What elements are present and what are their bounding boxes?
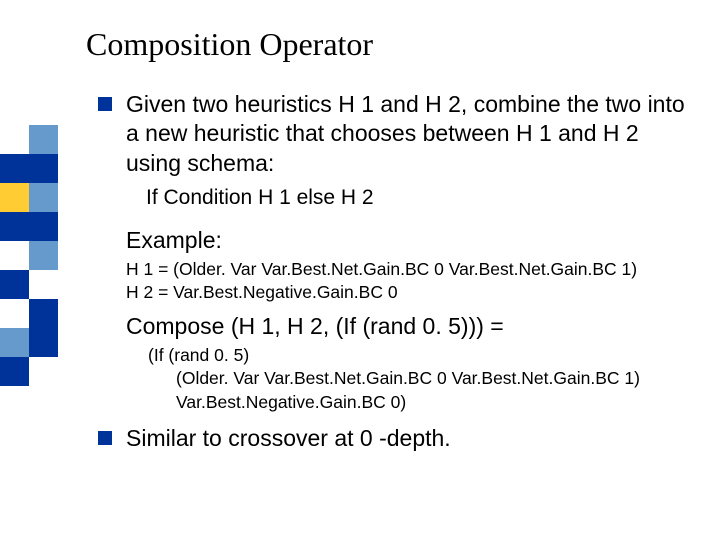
decorative-square [29, 299, 58, 328]
compose-body-line2: (Older. Var Var.Best.Net.Gain.BC 0 Var.B… [176, 367, 698, 391]
example-definitions: H 1 = (Older. Var Var.Best.Net.Gain.BC 0… [126, 258, 698, 304]
decorative-square [0, 183, 29, 212]
decorative-square [0, 270, 29, 299]
example-h2-line: H 2 = Var.Best.Negative.Gain.BC 0 [126, 281, 698, 304]
decorative-square [29, 241, 58, 270]
slide-title: Composition Operator [86, 26, 373, 63]
example-label: Example: [126, 226, 698, 256]
decorative-square [0, 328, 29, 357]
bullet-2-text: Similar to crossover at 0 -depth. [126, 424, 451, 453]
square-bullet-icon [98, 97, 112, 111]
decorative-sidebar [0, 0, 58, 540]
slide-content: Given two heuristics H 1 and H 2, combin… [98, 90, 698, 460]
decorative-square [29, 183, 58, 212]
schema-line: If Condition H 1 else H 2 [146, 184, 698, 211]
decorative-square [29, 212, 58, 241]
decorative-square [29, 154, 58, 183]
decorative-square [0, 357, 29, 386]
compose-line: Compose (H 1, H 2, (If (rand 0. 5))) = [126, 312, 698, 342]
decorative-square [0, 154, 29, 183]
decorative-square [29, 328, 58, 357]
example-h1-line: H 1 = (Older. Var Var.Best.Net.Gain.BC 0… [126, 258, 698, 281]
bullet-item-1: Given two heuristics H 1 and H 2, combin… [98, 90, 698, 178]
decorative-square [0, 212, 29, 241]
bullet-item-2: Similar to crossover at 0 -depth. [98, 424, 698, 453]
square-bullet-icon [98, 431, 112, 445]
decorative-square [29, 125, 58, 154]
bullet-1-text: Given two heuristics H 1 and H 2, combin… [126, 90, 698, 178]
compose-body-line3: Var.Best.Negative.Gain.BC 0) [176, 391, 698, 415]
compose-body-line1: (If (rand 0. 5) [148, 344, 698, 368]
